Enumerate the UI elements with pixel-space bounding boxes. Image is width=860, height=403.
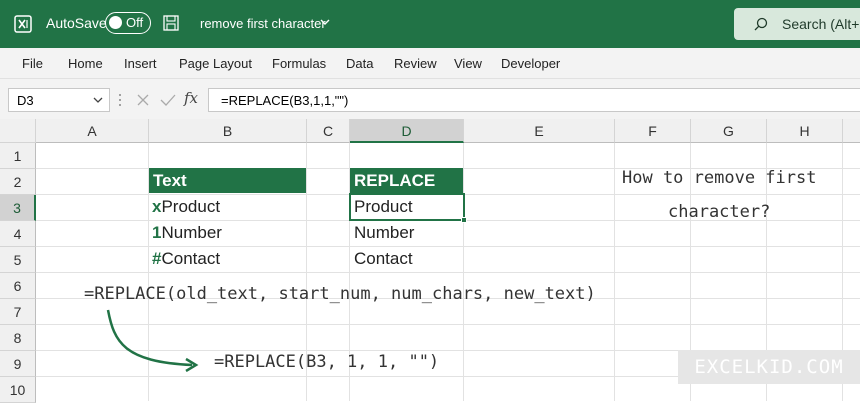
replace-example: =REPLACE(B3, 1, 1, "") (214, 352, 440, 372)
row-header-1[interactable]: 1 (0, 143, 36, 169)
autosave-toggle[interactable]: Off (105, 12, 151, 34)
cell-d5[interactable]: Contact (354, 247, 413, 271)
column-header-c[interactable]: C (307, 119, 350, 143)
column-header-b[interactable]: B (149, 119, 307, 143)
toggle-state-label: Off (126, 15, 144, 30)
column-header-d[interactable]: D (350, 119, 464, 143)
cell-d2-header[interactable]: REPLACE (350, 168, 463, 193)
active-cell-selection (349, 193, 465, 221)
question-line-2: character? (668, 202, 771, 222)
formula-input[interactable]: =REPLACE(B3,1,1,"") (208, 88, 860, 112)
tab-view[interactable]: View (454, 56, 482, 71)
column-header-g[interactable]: G (691, 119, 767, 143)
cell-d4[interactable]: Number (354, 221, 414, 245)
fill-handle[interactable] (461, 217, 467, 223)
ribbon-tabs: File Home Insert Page Layout Formulas Da… (0, 48, 860, 79)
chevron-down-icon[interactable] (320, 15, 330, 29)
cell-b5-rest: Contact (161, 249, 221, 268)
search-icon (754, 17, 768, 31)
toggle-knob (109, 16, 122, 29)
row-header-8[interactable]: 8 (0, 325, 36, 351)
replace-syntax: =REPLACE(old_text, start_num, num_chars,… (84, 284, 596, 304)
save-icon[interactable] (163, 15, 179, 31)
tab-page-layout[interactable]: Page Layout (179, 56, 252, 71)
tab-file[interactable]: File (22, 56, 43, 71)
search-box[interactable]: Search (Alt+Q) (734, 8, 860, 40)
more-options-icon[interactable] (118, 92, 122, 108)
chevron-down-icon[interactable] (93, 97, 103, 105)
cell-b3[interactable]: xProduct (152, 195, 220, 219)
row-header-5[interactable]: 5 (0, 247, 36, 273)
tab-data[interactable]: Data (346, 56, 373, 71)
row-header-10[interactable]: 10 (0, 377, 36, 403)
tab-formulas[interactable]: Formulas (272, 56, 326, 71)
cell-b3-rest: Product (161, 197, 221, 216)
cell-b2-header[interactable]: Text (149, 168, 306, 193)
row-header-6[interactable]: 6 (0, 273, 36, 299)
site-watermark: EXCELKID.COM (678, 350, 860, 384)
name-box-value: D3 (17, 93, 34, 108)
column-header-f[interactable]: F (615, 119, 691, 143)
row-header-7[interactable]: 7 (0, 299, 36, 325)
question-line-1: How to remove first (622, 168, 817, 188)
cancel-icon[interactable] (136, 93, 150, 107)
row-header-4[interactable]: 4 (0, 221, 36, 247)
title-bar: AutoSave Off remove first character Sear… (0, 0, 860, 48)
tab-home[interactable]: Home (68, 56, 103, 71)
formula-text: =REPLACE(B3,1,1,"") (221, 93, 349, 108)
insert-function-button[interactable]: fx (184, 89, 198, 107)
tab-insert[interactable]: Insert (124, 56, 157, 71)
curved-arrow-icon (106, 309, 199, 372)
select-all-corner[interactable] (0, 119, 36, 143)
column-header-a[interactable]: A (36, 119, 149, 143)
cell-b4-rest: Number (161, 223, 222, 242)
column-header-e[interactable]: E (464, 119, 615, 143)
name-box[interactable]: D3 (8, 88, 110, 112)
cell-b4[interactable]: 1Number (152, 221, 222, 245)
tab-developer[interactable]: Developer (501, 56, 560, 71)
document-title[interactable]: remove first character (200, 16, 326, 31)
cell-b5[interactable]: #Contact (152, 247, 220, 271)
column-header-h[interactable]: H (767, 119, 843, 143)
search-label: Search (Alt+Q) (782, 16, 860, 32)
enter-check-icon[interactable] (160, 93, 176, 107)
column-header-overflow (843, 119, 860, 143)
row-header-9[interactable]: 9 (0, 351, 36, 377)
autosave-label: AutoSave (46, 15, 107, 31)
row-header-3[interactable]: 3 (0, 195, 36, 221)
row-header-2[interactable]: 2 (0, 169, 36, 195)
gridline (36, 272, 860, 273)
tab-review[interactable]: Review (394, 56, 437, 71)
excel-app-icon (14, 15, 32, 33)
